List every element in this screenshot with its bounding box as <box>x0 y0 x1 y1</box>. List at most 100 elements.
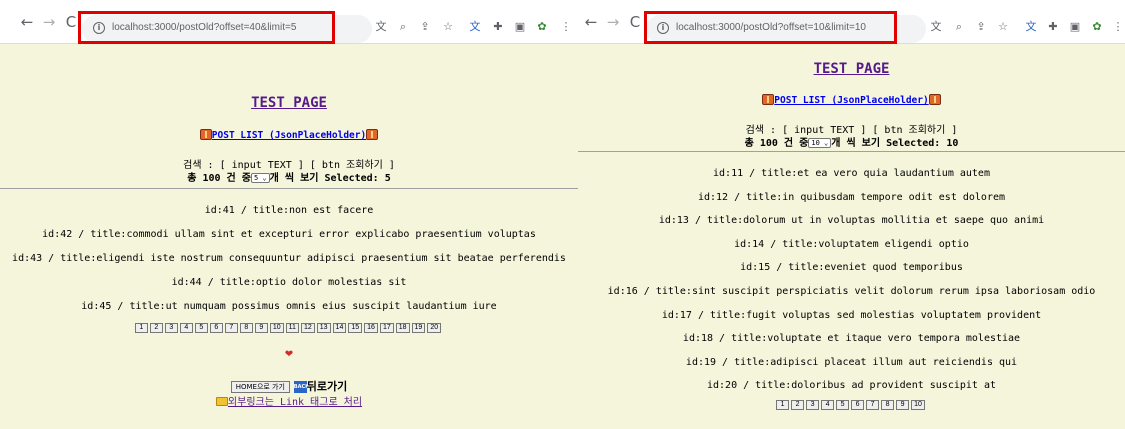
post-item[interactable]: id:14 / title:voluptatem eligendi optio <box>578 233 1125 257</box>
post-item[interactable]: id:13 / title:dolorum ut in voluptas mol… <box>578 209 1125 233</box>
page-button[interactable]: 8 <box>881 400 895 410</box>
post-item[interactable]: id:17 / title:fugit voluptas sed molesti… <box>578 304 1125 328</box>
page-button[interactable]: 4 <box>179 323 193 333</box>
puzzle-icon[interactable]: ✚ <box>1046 20 1060 34</box>
right-browser-window: ← → C i localhost:3000/postOld?offset=10… <box>578 0 1125 429</box>
zoom-icon[interactable]: ⌕ <box>952 20 966 34</box>
page-button[interactable]: 11 <box>285 323 299 333</box>
reload-icon[interactable]: C <box>626 13 644 31</box>
page-button[interactable]: 13 <box>316 323 331 333</box>
page-button[interactable]: 10 <box>911 400 925 410</box>
share-icon[interactable]: ⇪ <box>418 20 432 34</box>
page-button[interactable]: 19 <box>411 323 426 333</box>
sidebar-icon[interactable]: ▣ <box>513 20 527 34</box>
profile-icon[interactable]: ✿ <box>535 20 549 34</box>
count-prefix: 총 100 건 중 <box>744 138 809 149</box>
back-icon[interactable]: BACK <box>293 381 309 393</box>
post-item[interactable]: id:45 / title:ut numquam possimus omnis … <box>0 295 578 319</box>
translate-icon[interactable]: 文 <box>929 20 943 34</box>
page-content: TEST PAGE POST LIST (JsonPlaceHolder) 검색… <box>0 44 578 429</box>
menu-icon[interactable]: ⋮ <box>559 20 573 34</box>
page-button[interactable]: 4 <box>821 400 835 410</box>
home-button[interactable]: HOME으로 가기 <box>230 381 290 393</box>
external-link-row[interactable]: 외부링크는 Link 태그로 처리 <box>0 393 578 408</box>
limit-select-value: 10 <box>811 139 820 147</box>
browser-toolbar: ← → C i localhost:3000/postOld?offset=40… <box>0 0 578 44</box>
page-button[interactable]: 1 <box>776 400 790 410</box>
page-button[interactable]: 8 <box>239 323 253 333</box>
page-button[interactable]: 2 <box>149 323 163 333</box>
star-icon[interactable]: ☆ <box>996 20 1010 34</box>
selected-value: 5 <box>384 173 391 184</box>
post-list-heading: POST LIST (JsonPlaceHolder) <box>0 129 578 141</box>
page-button[interactable]: 18 <box>395 323 410 333</box>
menu-icon[interactable]: ⋮ <box>1111 20 1125 34</box>
post-item[interactable]: id:18 / title:voluptate et itaque vero t… <box>578 327 1125 351</box>
translate-extension-icon[interactable]: 文 <box>468 20 482 34</box>
share-icon[interactable]: ⇪ <box>974 20 988 34</box>
count-suffix: 개 씩 보기 Selected: <box>831 138 947 149</box>
post-list: id:11 / title:et ea vero quia laudantium… <box>578 162 1125 398</box>
page-button[interactable]: 3 <box>164 323 178 333</box>
book-icon <box>762 94 775 105</box>
translate-extension-icon[interactable]: 文 <box>1024 20 1038 34</box>
post-list-link[interactable]: POST LIST (JsonPlaceHolder) <box>774 95 928 106</box>
post-item[interactable]: id:44 / title:optio dolor molestias sit <box>0 271 578 295</box>
book-icon <box>199 129 212 140</box>
post-item[interactable]: id:12 / title:in quibusdam tempore odit … <box>578 186 1125 210</box>
post-item[interactable]: id:11 / title:et ea vero quia laudantium… <box>578 162 1125 186</box>
back-arrow-icon[interactable]: ← <box>582 13 600 31</box>
limit-select[interactable]: 5 ⌄ <box>250 173 270 183</box>
page-button[interactable]: 9 <box>896 400 910 410</box>
page-button[interactable]: 1 <box>134 323 148 333</box>
back-arrow-icon[interactable]: ← <box>18 13 36 31</box>
post-item[interactable]: id:41 / title:non est facere <box>0 199 578 223</box>
page-content: TEST PAGE POST LIST (JsonPlaceHolder) 검색… <box>578 44 1125 429</box>
page-button[interactable]: 5 <box>836 400 850 410</box>
page-button[interactable]: 15 <box>348 323 363 333</box>
post-item[interactable]: id:20 / title:doloribus ad provident sus… <box>578 374 1125 398</box>
page-button[interactable]: 10 <box>269 323 284 333</box>
page-button[interactable]: 9 <box>254 323 268 333</box>
back-label[interactable]: 뒤로가기 <box>307 380 347 393</box>
page-button[interactable]: 2 <box>791 400 805 410</box>
limit-select[interactable]: 10 ⌄ <box>808 138 832 148</box>
post-list-heading: POST LIST (JsonPlaceHolder) <box>578 94 1125 106</box>
home-back-row: HOME으로 가기 BACK뒤로가기 <box>0 378 578 394</box>
page-button[interactable]: 3 <box>806 400 820 410</box>
page-title[interactable]: TEST PAGE <box>578 61 1125 77</box>
page-button[interactable]: 14 <box>332 323 347 333</box>
post-item[interactable]: id:19 / title:adipisci placeat illum aut… <box>578 351 1125 375</box>
limit-select-value: 5 <box>253 174 259 182</box>
left-browser-window: ← → C i localhost:3000/postOld?offset=40… <box>0 0 578 429</box>
folder-icon <box>215 397 228 406</box>
puzzle-icon[interactable]: ✚ <box>491 20 505 34</box>
count-suffix: 개 씩 보기 Selected: <box>269 173 385 184</box>
page-button[interactable]: 6 <box>209 323 223 333</box>
book-icon <box>366 129 379 140</box>
page-button[interactable]: 12 <box>300 323 315 333</box>
page-button[interactable]: 16 <box>364 323 378 333</box>
page-button[interactable]: 7 <box>224 323 238 333</box>
post-item[interactable]: id:42 / title:commodi ullam sint et exce… <box>0 223 578 247</box>
forward-arrow-icon[interactable]: → <box>40 13 58 31</box>
pagination: 1 2 3 4 5 6 7 8 9 10 <box>578 400 1125 410</box>
forward-arrow-icon[interactable]: → <box>604 13 622 31</box>
profile-icon[interactable]: ✿ <box>1090 20 1104 34</box>
post-item[interactable]: id:43 / title:eligendi iste nostrum cons… <box>0 247 578 271</box>
post-item[interactable]: id:16 / title:sint suscipit perspiciatis… <box>578 280 1125 304</box>
page-button[interactable]: 20 <box>427 323 442 333</box>
url-highlight-box <box>78 11 335 44</box>
page-button[interactable]: 7 <box>866 400 880 410</box>
page-button[interactable]: 17 <box>379 323 394 333</box>
star-icon[interactable]: ☆ <box>441 20 455 34</box>
zoom-icon[interactable]: ⌕ <box>396 20 410 34</box>
sidebar-icon[interactable]: ▣ <box>1068 20 1082 34</box>
post-list-link[interactable]: POST LIST (JsonPlaceHolder) <box>212 130 366 141</box>
page-button[interactable]: 6 <box>851 400 865 410</box>
page-button[interactable]: 5 <box>194 323 208 333</box>
page-title[interactable]: TEST PAGE <box>0 95 578 111</box>
post-item[interactable]: id:15 / title:eveniet quod temporibus <box>578 256 1125 280</box>
translate-icon[interactable]: 文 <box>374 20 388 34</box>
external-link[interactable]: 외부링크는 Link 태그로 처리 <box>228 397 362 408</box>
